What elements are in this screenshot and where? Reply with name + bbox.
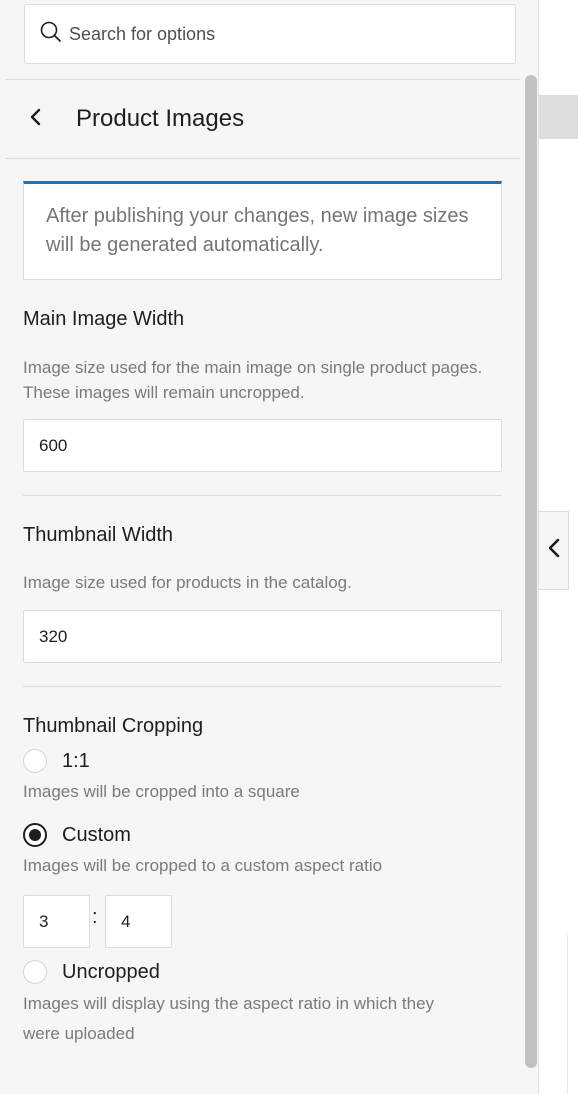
thumbnail-width-label: Thumbnail Width [23, 524, 174, 546]
divider [23, 686, 502, 687]
main-image-width-label: Main Image Width [23, 308, 185, 330]
scrollbar[interactable] [525, 75, 537, 1068]
preview-bar [539, 95, 578, 139]
radio-button[interactable] [23, 749, 47, 773]
divider [23, 495, 502, 496]
divider [6, 158, 520, 159]
search-icon [39, 20, 63, 49]
thumbnail-width-input[interactable] [23, 610, 502, 663]
thumbnail-cropping-label: Thumbnail Cropping [23, 715, 204, 737]
search-box[interactable] [24, 4, 516, 64]
main-image-width-description: Image size used for the main image on si… [23, 358, 483, 402]
radio-label: Uncropped [62, 960, 160, 983]
radio-label: 1:1 [62, 749, 90, 772]
radio-option-uncropped[interactable]: Uncropped [23, 960, 160, 984]
radio-option-custom-description: Images will be cropped to a custom aspec… [23, 856, 383, 875]
info-notice: After publishing your changes, new image… [23, 181, 502, 280]
thumbnail-width-description: Image size used for products in the cata… [23, 573, 352, 592]
chevron-left-icon [547, 537, 561, 564]
radio-option-1-1-description: Images will be cropped into a square [23, 782, 300, 801]
radio-option-uncropped-description: Images will display using the aspect rat… [23, 994, 435, 1043]
back-button[interactable] [6, 80, 66, 158]
section-header: Product Images [6, 80, 520, 158]
radio-selected-dot [29, 829, 41, 841]
radio-label: Custom [62, 823, 131, 846]
radio-button[interactable] [23, 823, 47, 847]
customizer-panel: Product Images After publishing your cha… [0, 0, 538, 1094]
custom-ratio-width-input[interactable] [23, 895, 90, 948]
radio-option-1-1[interactable]: 1:1 [23, 749, 90, 773]
preview-edge [567, 935, 578, 1094]
preview-area [538, 0, 578, 1094]
main-image-width-input[interactable] [23, 419, 502, 472]
custom-ratio-height-input[interactable] [105, 895, 172, 948]
radio-option-custom[interactable]: Custom [23, 823, 131, 847]
section-title: Product Images [76, 105, 245, 132]
radio-button[interactable] [23, 960, 47, 984]
ratio-separator: : [92, 906, 98, 928]
chevron-left-icon [29, 107, 43, 132]
collapse-sidebar-button[interactable] [538, 511, 569, 590]
search-input[interactable] [69, 23, 489, 45]
